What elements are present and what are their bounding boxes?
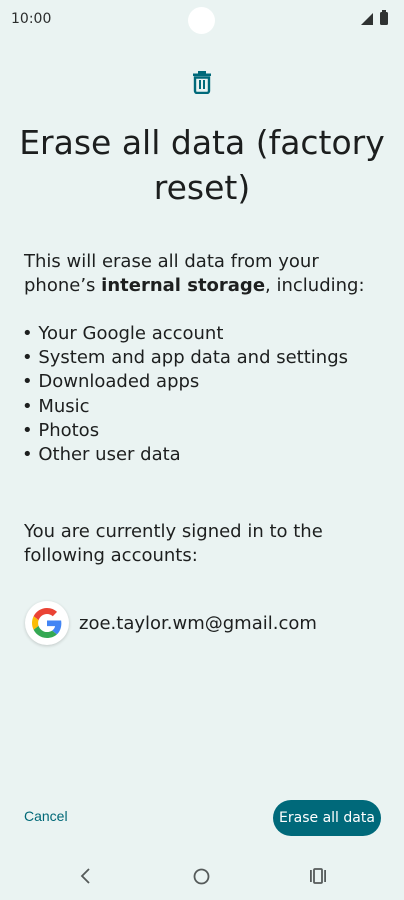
home-icon[interactable] [193, 868, 210, 885]
avatar [25, 601, 69, 645]
erase-all-data-button[interactable]: Erase all data [273, 800, 381, 836]
status-time: 10:00 [11, 11, 52, 27]
list-item: Photos [22, 419, 348, 443]
battery-icon [380, 10, 388, 25]
list-item: Other user data [22, 443, 348, 467]
intro-text-after: , including: [265, 275, 365, 296]
navigation-bar [0, 850, 404, 900]
back-icon[interactable] [78, 867, 92, 885]
cancel-button[interactable]: Cancel [24, 808, 68, 824]
list-item: System and app data and settings [22, 346, 348, 370]
status-bar: 10:00 [0, 0, 404, 38]
list-item: Your Google account [22, 322, 348, 346]
trash-icon [193, 71, 211, 94]
recents-icon[interactable] [309, 868, 327, 884]
signal-icon [361, 13, 373, 25]
camera-cutout [188, 7, 215, 34]
list-item: Downloaded apps [22, 370, 348, 394]
list-item: Music [22, 395, 348, 419]
accounts-heading: You are currently signed in to the follo… [24, 521, 323, 566]
account-row: zoe.taylor.wm@gmail.com [25, 601, 317, 645]
page-title: Erase all data (factory reset) [19, 123, 385, 207]
data-list: Your Google account System and app data … [22, 322, 348, 467]
internal-storage-label: internal storage [101, 275, 266, 296]
intro-text: This will erase all data from your phone… [24, 250, 384, 298]
google-icon [32, 608, 62, 638]
account-email: zoe.taylor.wm@gmail.com [79, 612, 317, 634]
